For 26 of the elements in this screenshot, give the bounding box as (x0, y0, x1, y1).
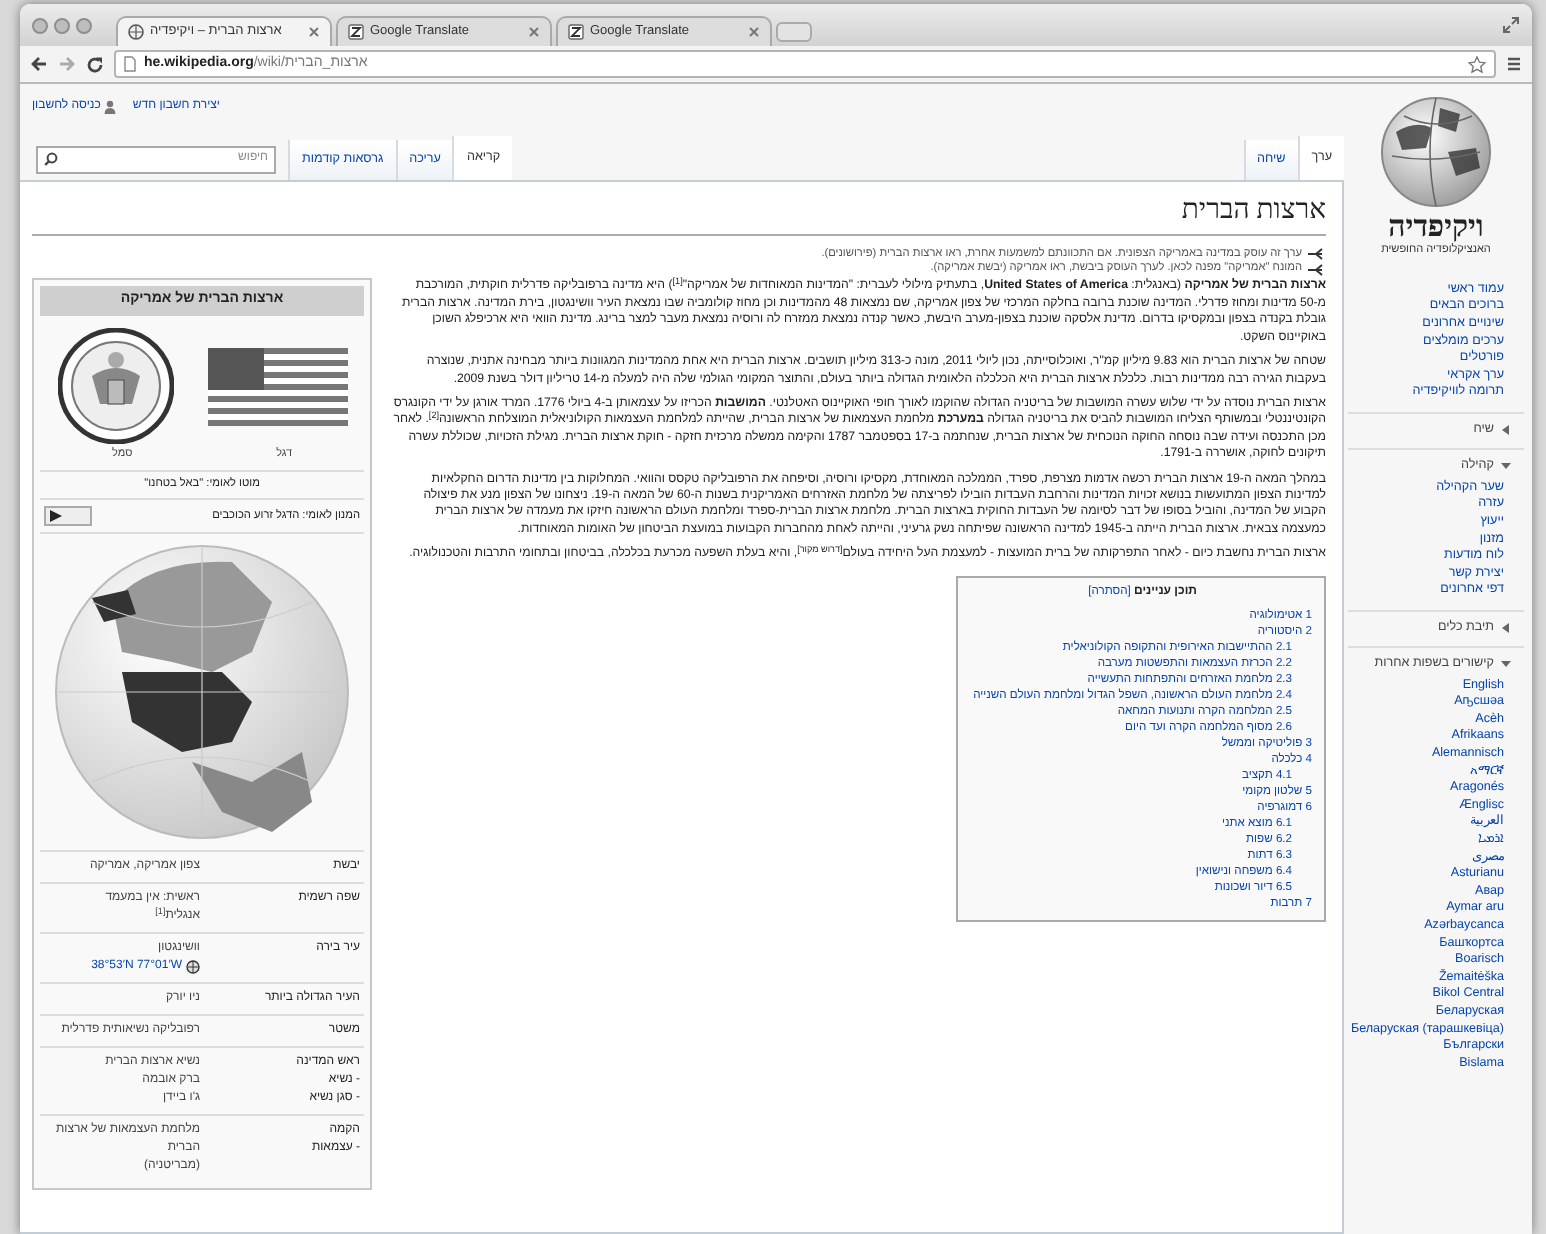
close-icon[interactable] (528, 26, 540, 38)
article-title: ארצות הברית (32, 193, 1326, 235)
collapsed-arrow-icon[interactable] (1500, 423, 1512, 436)
puzzle-globe-logo (1376, 92, 1496, 208)
disambiguation-icon (1308, 263, 1326, 276)
collapsed-arrow-icon[interactable] (1500, 621, 1512, 634)
back-arrow-icon[interactable] (30, 56, 48, 72)
play-icon[interactable] (50, 510, 62, 523)
wordmark: ויקיפדיה (1386, 212, 1484, 244)
expanded-arrow-icon[interactable] (1500, 657, 1512, 670)
close-icon[interactable] (308, 26, 320, 38)
globe-icon[interactable] (186, 960, 200, 975)
page-icon (124, 56, 136, 72)
round-emblem-drawing (57, 328, 173, 445)
star-icon[interactable] (1468, 55, 1486, 73)
expanded-arrow-icon[interactable] (1500, 459, 1512, 472)
search-icon[interactable] (44, 152, 58, 166)
globe-icon (128, 24, 144, 40)
reload-icon[interactable] (86, 55, 104, 73)
close-icon[interactable] (748, 26, 760, 38)
audio-player[interactable] (44, 506, 92, 527)
disambiguation-icon (1308, 247, 1326, 260)
user-icon (104, 100, 117, 115)
fullscreen-icon[interactable] (1502, 16, 1520, 34)
menu-icon[interactable] (1506, 56, 1522, 72)
striped-flag-drawing (207, 347, 347, 426)
